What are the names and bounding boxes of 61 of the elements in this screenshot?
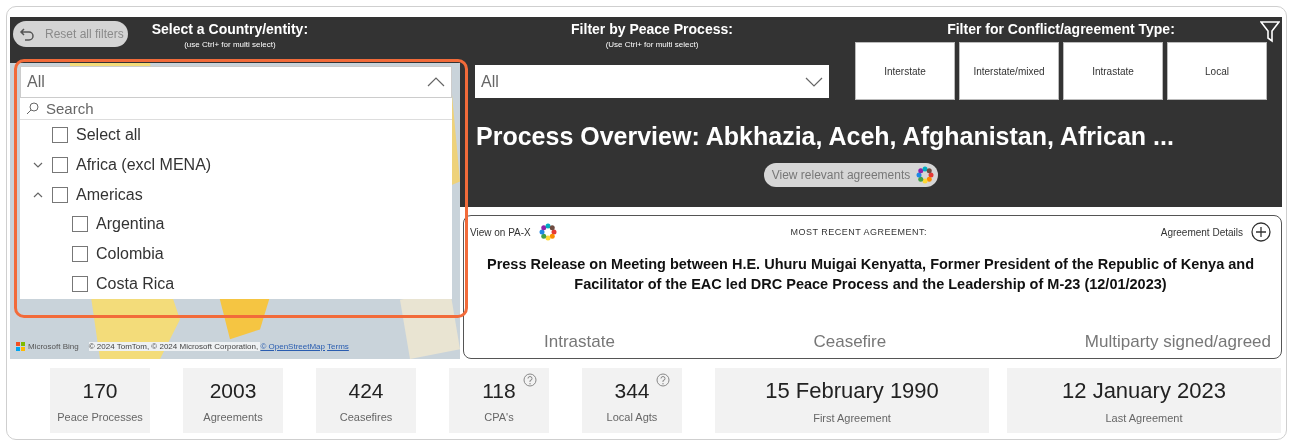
- help-icon[interactable]: [523, 373, 537, 387]
- checkbox[interactable]: [52, 126, 68, 143]
- chevron-icon: [805, 75, 823, 88]
- stat-value: 170: [82, 378, 118, 403]
- terms-link[interactable]: Terms: [327, 342, 349, 351]
- agreement-details-link[interactable]: Agreement Details: [1160, 222, 1271, 242]
- windows-logo-icon: [16, 342, 25, 351]
- list-item-label[interactable]: Colombia: [96, 245, 164, 264]
- type-filter-button[interactable]: Interstate: [855, 42, 955, 100]
- country-select[interactable]: All: [20, 66, 452, 98]
- agreement-tag: Intrastate: [544, 332, 615, 352]
- filter-title: Filter for Conflict/agreement Type:: [947, 21, 1175, 37]
- undo-icon: [19, 26, 35, 42]
- checkbox[interactable]: [72, 246, 88, 263]
- filter-title: Filter by Peace Process:: [571, 21, 733, 37]
- checkbox[interactable]: [72, 276, 88, 293]
- stat-value: 118: [482, 378, 516, 403]
- dot-ring-icon: [916, 166, 935, 184]
- stat-label: Agreements: [203, 410, 263, 423]
- type-filter-button[interactable]: Local: [1167, 42, 1267, 100]
- filter-title: Select a Country/entity:: [151, 21, 309, 37]
- checkbox[interactable]: [52, 186, 68, 203]
- help-icon[interactable]: [656, 373, 670, 387]
- filter-icon[interactable]: [1260, 21, 1280, 43]
- type-filter-button[interactable]: Interstate/mixed: [959, 42, 1059, 100]
- stat-label: Local Agts: [606, 410, 658, 423]
- view-on-pax-link[interactable]: View on PA-X: [470, 223, 557, 241]
- stat-label: Ceasefires: [339, 410, 393, 423]
- checkbox[interactable]: [72, 216, 88, 233]
- plus-icon: [1251, 222, 1271, 242]
- list-item-label[interactable]: Costa Rica: [96, 275, 175, 294]
- map-provider: Microsoft Bing: [16, 342, 79, 351]
- checkbox[interactable]: [52, 156, 68, 173]
- list-item-label[interactable]: Americas: [76, 185, 143, 204]
- stat-value: 12 January 2023: [1062, 377, 1226, 404]
- list-item-label[interactable]: Africa (excl MENA): [76, 155, 212, 174]
- stat-value: 424: [348, 378, 384, 403]
- chevron-icon: [427, 75, 445, 88]
- dot-ring-icon: [538, 223, 557, 241]
- stat-value: 15 February 1990: [765, 377, 939, 404]
- agreement-tag: Multiparty signed/agreed: [1084, 332, 1271, 352]
- agreement-title: Press Release on Meeting between H.E. Uhuru Muigai Kenyatta, Former President of the Republic of Kenya and Facilitator of the EAC led DRC Peace Process and the Leadership of M-23 (12/01/2023): [485, 255, 1256, 294]
- stat-value: 344: [614, 378, 650, 403]
- filter-hint: (Use Ctrl+ for multi select): [605, 40, 699, 49]
- stat-value: 2003: [209, 378, 257, 403]
- overview-title: Process Overview: Abkhazia, Aceh, Afghanistan, African ...: [476, 122, 1175, 151]
- list-item-label[interactable]: Select all: [76, 125, 141, 144]
- list-item-label[interactable]: Argentina: [96, 215, 165, 234]
- search-icon: [26, 101, 40, 116]
- openstreetmap-link[interactable]: © OpenStreetMap: [260, 342, 325, 351]
- agreement-tag: Ceasefire: [813, 332, 887, 352]
- stat-label: Peace Processes: [57, 410, 143, 423]
- stat-label: Last Agreement: [1105, 411, 1183, 424]
- peace-process-select[interactable]: All: [475, 65, 829, 98]
- stat-label: CPA's: [484, 410, 514, 423]
- filter-hint: (use Ctrl+ for multi select): [184, 40, 276, 49]
- map-attribution: © 2024 TomTom, © 2024 Microsoft Corporation,: [88, 342, 261, 351]
- card-heading: MOST RECENT AGREEMENT:: [790, 227, 928, 237]
- search-field[interactable]: Search: [46, 98, 166, 119]
- stat-label: First Agreement: [813, 411, 891, 424]
- type-filter-button[interactable]: Intrastate: [1063, 42, 1163, 100]
